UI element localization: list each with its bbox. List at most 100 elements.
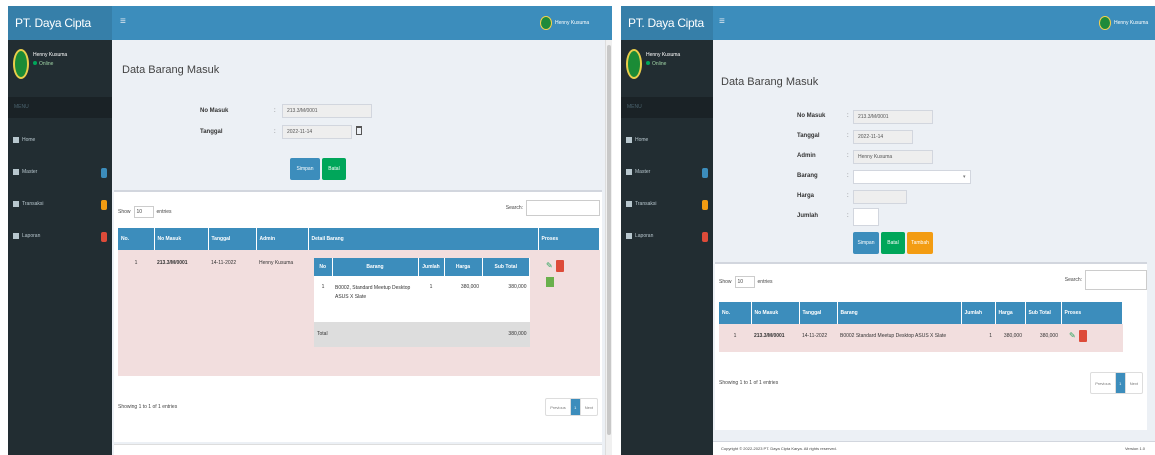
calendar-icon[interactable] <box>356 126 362 135</box>
sidebar-toggle-icon[interactable]: ≡ <box>120 17 130 27</box>
sidebar-user-panel: Henny Kusuma Online <box>8 40 112 96</box>
next-button[interactable]: Next <box>581 399 597 415</box>
detail-col-subtotal: Sub Total <box>482 258 530 276</box>
jumlah-input[interactable] <box>853 208 879 226</box>
badge <box>101 200 107 210</box>
entries-label: entries <box>757 279 773 285</box>
col-detail-barang[interactable]: Detail Barang <box>308 228 539 250</box>
cell-no: 1 <box>719 324 751 352</box>
sidebar-item-home[interactable]: Home <box>8 124 112 156</box>
page-1-button[interactable]: 1 <box>1115 373 1126 393</box>
separator: : <box>274 129 276 135</box>
col-barang[interactable]: Barang <box>837 302 962 324</box>
search-control: Search: <box>506 200 600 216</box>
badge <box>702 168 708 178</box>
admin-label: Admin <box>797 153 816 159</box>
sidebar-item-laporan[interactable]: Laporan <box>621 220 713 252</box>
col-tanggal[interactable]: Tanggal <box>208 228 257 250</box>
sidebar-item-home[interactable]: Home <box>621 124 713 156</box>
col-no-masuk[interactable]: No Masuk <box>751 302 800 324</box>
total-value: 380,000 <box>482 322 530 347</box>
entries-select[interactable]: 10 <box>133 206 154 218</box>
page-title: Data Barang Masuk <box>721 76 819 88</box>
home-icon <box>626 137 632 143</box>
cell-tanggal: 14-11-2022 <box>799 324 837 352</box>
admin-field[interactable]: Henny Kusuma <box>853 150 933 164</box>
user-menu[interactable]: Henny Kusuma <box>540 15 589 31</box>
sidebar-menu: Home Master Transaksi Laporan <box>621 124 713 252</box>
batal-button[interactable]: Batal <box>322 158 346 180</box>
no-masuk-label: No Masuk <box>797 113 826 119</box>
sidebar-item-label: Home <box>635 137 649 143</box>
scrollbar-thumb[interactable] <box>607 45 611 435</box>
no-masuk-field[interactable]: 213.3/M/0001 <box>282 104 372 118</box>
col-no[interactable]: No. <box>719 302 752 324</box>
jumlah-label: Jumlah <box>797 213 819 219</box>
simpan-button[interactable]: Simpan <box>290 158 320 180</box>
harga-field[interactable] <box>853 190 907 204</box>
page-title: Data Barang Masuk <box>122 64 220 76</box>
user-menu[interactable]: Henny Kusuma <box>1099 15 1148 31</box>
col-harga[interactable]: Harga <box>995 302 1026 324</box>
search-label: Search: <box>505 205 523 211</box>
separator: : <box>847 133 849 139</box>
edit-icon[interactable]: ✎ <box>1069 332 1077 340</box>
tambah-button[interactable]: Tambah <box>907 232 933 254</box>
right-window: PT. Daya Cipta Karya ≡ Henny Kusuma Henn… <box>621 6 1155 455</box>
previous-button[interactable]: Previous <box>546 399 571 415</box>
sidebar-item-label: Master <box>22 169 38 175</box>
col-proses[interactable]: Proses <box>538 228 600 250</box>
entries-select[interactable]: 10 <box>734 276 755 288</box>
no-masuk-label: No Masuk <box>200 108 229 114</box>
next-button[interactable]: Next <box>1126 373 1142 393</box>
top-navbar: PT. Daya Cipta Karya ≡ Henny Kusuma <box>621 6 1155 64</box>
separator: : <box>847 153 849 159</box>
show-label: Show <box>118 209 131 215</box>
tanggal-field[interactable]: 2022-11-14 <box>853 130 913 144</box>
batal-button[interactable]: Batal <box>881 232 905 254</box>
brand-logo[interactable]: PT. Daya Cipta Karya <box>8 6 112 64</box>
col-jumlah[interactable]: Jumlah <box>961 302 996 324</box>
sidebar-item-transaksi[interactable]: Transaksi <box>621 188 713 220</box>
sidebar-toggle-icon[interactable]: ≡ <box>719 17 729 27</box>
tanggal-field[interactable]: 2022-11-14 <box>282 125 352 139</box>
edit-icon[interactable]: ✎ <box>546 262 554 270</box>
sidebar-item-laporan[interactable]: Laporan <box>8 220 112 252</box>
sidebar-item-label: Home <box>22 137 36 143</box>
search-input[interactable] <box>1085 270 1147 290</box>
sidebar-item-transaksi[interactable]: Transaksi <box>8 188 112 220</box>
badge <box>101 168 107 178</box>
previous-button[interactable]: Previous <box>1091 373 1116 393</box>
sidebar-item-master[interactable]: Master <box>8 156 112 188</box>
page-1-button[interactable]: 1 <box>570 399 581 415</box>
barang-select[interactable] <box>853 170 971 184</box>
col-admin[interactable]: Admin <box>256 228 309 250</box>
pagination: Previous 1 Next <box>1090 372 1143 394</box>
col-tanggal[interactable]: Tanggal <box>799 302 838 324</box>
sidebar-item-master[interactable]: Master <box>621 156 713 188</box>
detail-col-barang: Barang <box>332 258 419 276</box>
sidebar: Henny Kusuma Online MENU Home Master Tra… <box>621 40 713 455</box>
detail-cell-barang: B0002, Standard Meetup Desktop ASUS X Sl… <box>332 276 418 323</box>
scrollbar[interactable] <box>605 40 612 455</box>
delete-icon[interactable] <box>556 260 564 272</box>
file-icon <box>626 233 632 239</box>
col-subtotal[interactable]: Sub Total <box>1025 302 1062 324</box>
online-status: Online <box>33 61 53 67</box>
no-masuk-field[interactable]: 213.3/M/0001 <box>853 110 933 124</box>
list-box: Show 10 entries Search: No. No Masuk Tangg… <box>715 262 1147 430</box>
search-input[interactable] <box>526 200 600 216</box>
brand-logo[interactable]: PT. Daya Cipta Karya <box>621 6 713 64</box>
cell-no-masuk: 213.3/M/0001 <box>154 250 208 376</box>
col-proses[interactable]: Proses <box>1061 302 1123 324</box>
simpan-button[interactable]: Simpan <box>853 232 879 254</box>
show-label: Show <box>719 279 732 285</box>
col-no[interactable]: No. <box>118 228 155 250</box>
version-text: Version 1.0 <box>1124 446 1145 451</box>
col-no-masuk[interactable]: No Masuk <box>154 228 209 250</box>
user-avatar-icon <box>13 49 29 79</box>
delete-icon[interactable] <box>1079 330 1087 342</box>
print-icon[interactable] <box>546 277 554 287</box>
separator: : <box>274 108 276 114</box>
user-avatar-icon <box>540 16 552 30</box>
